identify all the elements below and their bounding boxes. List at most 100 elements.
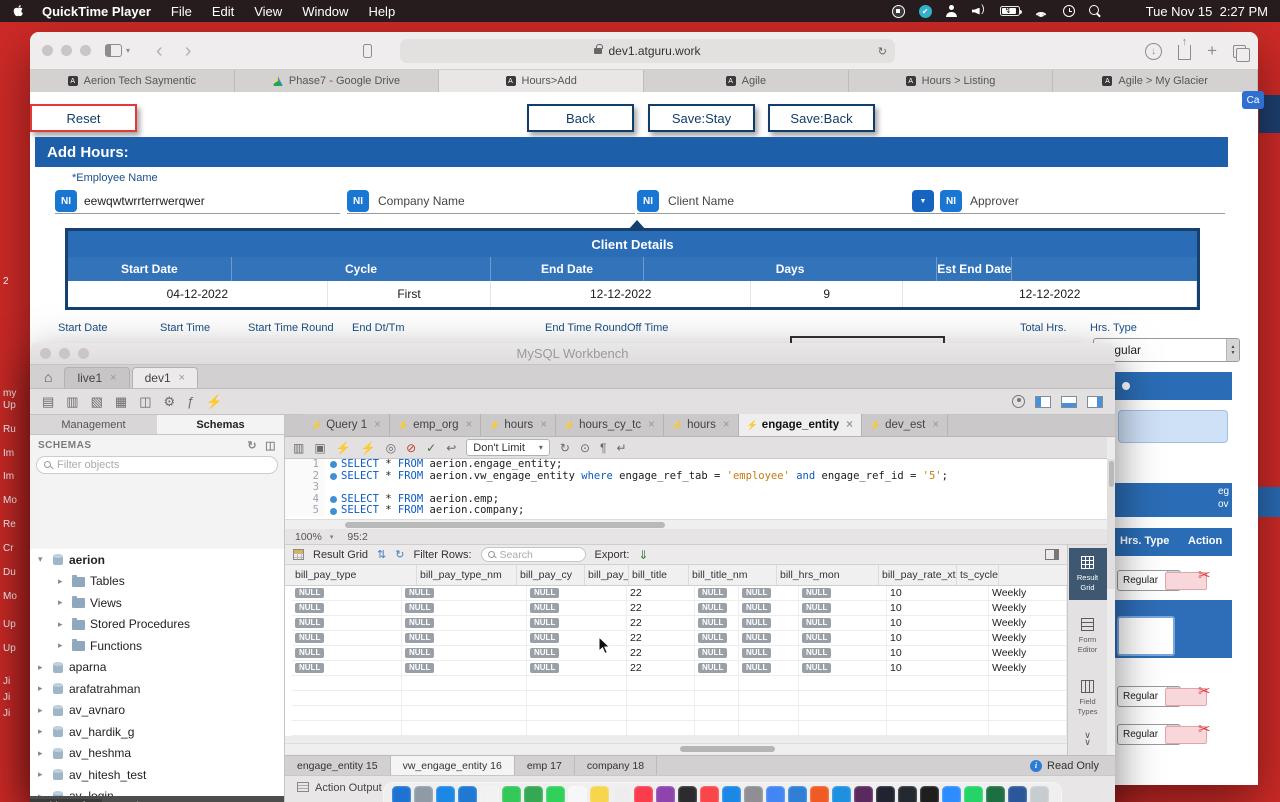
toggle-bottom-panel-icon[interactable]: [1061, 396, 1077, 408]
github[interactable]: [898, 786, 917, 802]
forward-button[interactable]: [185, 41, 192, 61]
docker[interactable]: [832, 786, 851, 802]
wrap-text-icon[interactable]: [616, 442, 626, 454]
excel[interactable]: [986, 786, 1005, 802]
grid-search-box[interactable]: [481, 547, 586, 562]
apple-menu-icon[interactable]: [12, 4, 24, 18]
create-table-icon[interactable]: [115, 395, 127, 408]
grid-column-header[interactable]: bill_pay_type: [292, 565, 417, 585]
slack[interactable]: [854, 786, 873, 802]
schema-tree-item[interactable]: aerion: [30, 549, 284, 571]
user-switch-icon[interactable]: [946, 5, 958, 17]
maps[interactable]: [524, 786, 543, 802]
side-panel-item[interactable]: Result Grid: [1069, 548, 1107, 600]
expand-arrow-icon[interactable]: [58, 597, 67, 608]
screen-recording-stop-icon[interactable]: [892, 5, 905, 18]
toggle-left-panel-icon[interactable]: [1035, 396, 1051, 408]
connection-tab[interactable]: live1: [64, 367, 129, 388]
query-tab[interactable]: hours: [664, 414, 739, 436]
grid-column-header[interactable]: bill_pay_type_nm: [417, 565, 517, 585]
panel-toggle-icon[interactable]: [1045, 549, 1059, 560]
panel-icon[interactable]: [265, 439, 276, 452]
form-action-button[interactable]: Save:Stay: [648, 104, 755, 132]
browser-tab[interactable]: A Hours>Add: [439, 70, 644, 92]
query-tab[interactable]: Query 1: [303, 414, 390, 436]
expand-arrow-icon[interactable]: [38, 683, 47, 694]
menu-item[interactable]: View: [254, 4, 282, 19]
zoom[interactable]: [942, 786, 961, 802]
expand-arrow-icon[interactable]: [58, 640, 67, 651]
delete-row-scissors-icon[interactable]: [1198, 720, 1211, 738]
delete-row-scissors-icon[interactable]: [1198, 566, 1211, 584]
whatsapp[interactable]: [964, 786, 983, 802]
podcasts[interactable]: [656, 786, 675, 802]
expand-arrow-icon[interactable]: [38, 769, 47, 780]
menu-item[interactable]: Window: [302, 4, 348, 19]
reload-icon[interactable]: [878, 45, 887, 58]
launchpad[interactable]: [414, 786, 433, 802]
result-grid-body[interactable]: NULLNULLNULL22NULLNULLNULL10WeeklyNULLNU…: [285, 586, 1067, 736]
new-script-icon[interactable]: [42, 395, 54, 408]
browser-tab[interactable]: A Aerion Tech Saymentic: [30, 70, 235, 92]
extension-icon[interactable]: [363, 44, 372, 58]
grid-column-header[interactable]: bill_hrs_mon: [777, 565, 879, 585]
music[interactable]: [634, 786, 653, 802]
safari[interactable]: [436, 786, 455, 802]
create-procedure-icon[interactable]: [163, 395, 175, 408]
form-action-button[interactable]: Save:Back: [768, 104, 875, 132]
execute-current-icon[interactable]: [361, 442, 376, 454]
filter-input-box[interactable]: [36, 456, 278, 474]
trash[interactable]: [1030, 786, 1049, 802]
chevron-down-icon[interactable]: [126, 46, 130, 55]
photos[interactable]: [480, 786, 499, 802]
reminders[interactable]: [612, 786, 631, 802]
url-field[interactable]: dev1.atguru.work: [400, 39, 895, 63]
sort-icon[interactable]: [377, 548, 386, 561]
form-action-button[interactable]: Back: [527, 104, 634, 132]
grid-column-header[interactable]: bill_pay_rate: [585, 565, 629, 585]
postman[interactable]: [810, 786, 829, 802]
result-set-tab[interactable]: company 18: [575, 756, 657, 775]
tab-management[interactable]: Management: [30, 415, 157, 434]
chat-button-fragment[interactable]: Ca: [1242, 91, 1264, 109]
find-icon[interactable]: [580, 442, 590, 454]
refresh-schemas-icon[interactable]: [247, 439, 257, 452]
vscode[interactable]: [788, 786, 807, 802]
query-tab[interactable]: hours_cy_tc: [556, 414, 664, 436]
expand-arrow-icon[interactable]: [38, 554, 47, 565]
tv[interactable]: [678, 786, 697, 802]
create-function-icon[interactable]: [187, 395, 194, 408]
facetime[interactable]: [546, 786, 565, 802]
grid-column-header[interactable]: ts_cycle: [957, 565, 999, 585]
delete-row-scissors-icon[interactable]: [1198, 682, 1211, 700]
schema-tree-item[interactable]: av_login: [30, 786, 284, 797]
grid-search-input[interactable]: [500, 549, 579, 561]
side-panel-item[interactable]: Field Types: [1069, 672, 1107, 724]
query-tab[interactable]: hours: [481, 414, 556, 436]
menu-bar-clock[interactable]: Tue Nov 15 2:27 PM: [1146, 4, 1268, 19]
menu-item[interactable]: File: [171, 4, 192, 19]
export-icon[interactable]: [638, 549, 648, 561]
expand-arrow-icon[interactable]: [38, 748, 47, 759]
window-controls[interactable]: [42, 45, 91, 56]
invisible-chars-icon[interactable]: [600, 442, 606, 454]
figma[interactable]: [920, 786, 939, 802]
selected-row-editor-fragment[interactable]: [1117, 616, 1175, 656]
save-icon[interactable]: [314, 442, 325, 454]
editor-vertical-scrollbar[interactable]: [1107, 459, 1115, 589]
grid-column-header[interactable]: bill_pay_cy: [517, 565, 585, 585]
mail[interactable]: [458, 786, 477, 802]
schema-tree-item[interactable]: arafatrahman: [30, 678, 284, 700]
create-view-icon[interactable]: [139, 395, 151, 408]
result-set-tab[interactable]: vw_engage_entity 16: [391, 756, 515, 775]
expand-arrow-icon[interactable]: [38, 662, 47, 673]
create-schema-icon[interactable]: [91, 395, 103, 408]
battery-charging-icon[interactable]: [1000, 6, 1020, 16]
chrome[interactable]: [766, 786, 785, 802]
expand-arrow-icon[interactable]: [58, 619, 67, 630]
menu-item[interactable]: Edit: [212, 4, 234, 19]
appstore[interactable]: [722, 786, 741, 802]
refresh-grid-icon[interactable]: [395, 548, 404, 561]
browser-tab[interactable]: Phase7 - Google Drive: [235, 70, 440, 92]
chevron-down-icon[interactable]: [1084, 732, 1091, 746]
